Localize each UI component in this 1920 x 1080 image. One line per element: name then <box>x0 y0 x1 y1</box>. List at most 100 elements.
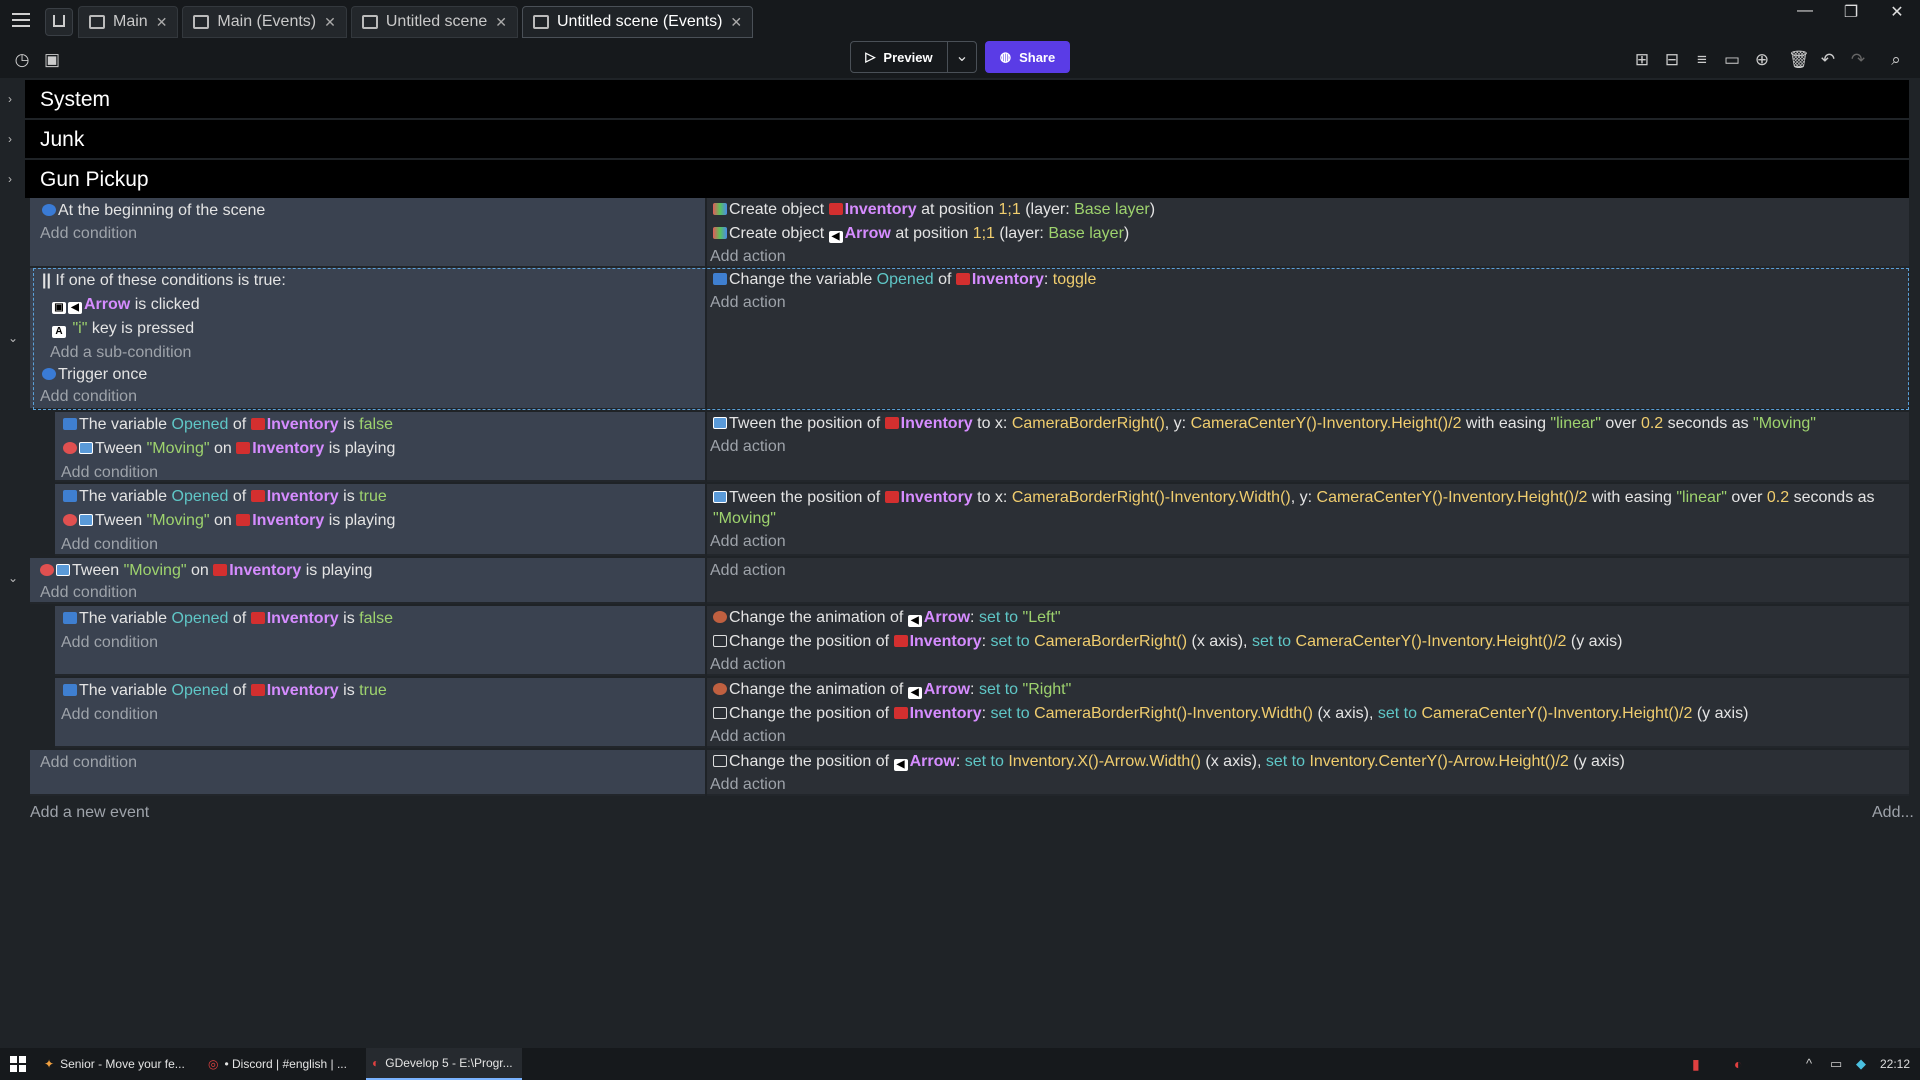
tab-untitled-scene-events[interactable]: Untitled scene (Events) ✕ <box>521 6 754 38</box>
add-event-icon[interactable]: ⊞ <box>1632 50 1652 70</box>
inventory-icon <box>236 442 251 454</box>
add-new-event-link[interactable]: Add a new event <box>30 804 149 822</box>
taskbar-item[interactable]: ◐ GDevelop 5 - E:\Progr... <box>366 1048 522 1080</box>
title-bar: Main ✕ Main (Events) ✕ Untitled scene ✕ Unt… <box>0 0 1920 42</box>
event-6-actions[interactable]: Change the animation of ◀ Arrow: set to "… <box>707 606 1909 676</box>
condition[interactable]: The variable Opened of Inventory is fals… <box>63 610 393 628</box>
add-more-icon[interactable]: ⊕ <box>1752 50 1772 70</box>
event-3-conditions[interactable]: The variable Opened of Inventory is fals… <box>55 412 705 482</box>
action[interactable]: Create object Inventory at position 1;1 … <box>713 201 1155 219</box>
add-action-link[interactable]: Add action <box>710 438 786 456</box>
add-subevent-icon[interactable]: ⊟ <box>1662 50 1682 70</box>
tab-main[interactable]: Main ✕ <box>78 6 179 38</box>
add-comment-icon[interactable]: ▭ <box>1722 50 1742 70</box>
close-icon[interactable]: ✕ <box>324 14 336 31</box>
event-4-actions[interactable]: Tween the position of Inventory to x: Ca… <box>707 484 1909 556</box>
preview-options-button[interactable]: ⌄ <box>947 41 977 73</box>
action[interactable]: Change the position of Inventory: set to… <box>713 633 1622 651</box>
event-5-actions[interactable]: Add action <box>707 558 1909 604</box>
history-icon[interactable]: ◷ <box>12 50 32 70</box>
action[interactable]: Tween the position of Inventory to x: Ca… <box>713 487 1903 529</box>
condition[interactable]: Tween "Moving" on Inventory is playing <box>63 440 395 458</box>
chevron-up-icon[interactable]: ^ <box>1806 1056 1812 1071</box>
add-action-link[interactable]: Add action <box>710 776 786 794</box>
tab-main-events[interactable]: Main (Events) ✕ <box>182 6 347 38</box>
chevron-down-icon[interactable]: ⌄ <box>8 571 18 585</box>
group-gun-pickup[interactable]: Gun Pickup <box>25 160 1909 198</box>
chevron-right-icon[interactable]: › <box>8 172 12 186</box>
action[interactable]: Change the animation of ◀ Arrow: set to "… <box>713 681 1071 699</box>
restore-icon[interactable]: ❐ <box>1836 2 1866 22</box>
undo-icon[interactable]: ↶ <box>1818 50 1838 70</box>
add-group-icon[interactable]: ≡ <box>1692 50 1712 70</box>
add-more-link[interactable]: Add... <box>1872 804 1914 822</box>
preview-button[interactable]: ▷ Preview <box>850 41 948 73</box>
inventory-icon <box>213 564 228 576</box>
taskbar-item[interactable]: ✦ Senior - Move your fe... <box>38 1048 198 1080</box>
group-junk[interactable]: Junk <box>25 120 1909 158</box>
condition[interactable]: The variable Opened of Inventory is fals… <box>63 416 393 434</box>
chevron-right-icon[interactable]: › <box>8 132 12 146</box>
minimize-icon[interactable]: — <box>1790 2 1820 22</box>
chevron-right-icon[interactable]: › <box>8 92 12 106</box>
tray-gdevelop-icon[interactable]: ◐ <box>1734 1056 1742 1072</box>
add-action-link[interactable]: Add action <box>710 656 786 674</box>
close-icon[interactable]: ✕ <box>495 14 507 31</box>
save-icon[interactable]: ▣ <box>42 50 62 70</box>
add-condition-link[interactable]: Add condition <box>61 464 158 482</box>
clock[interactable]: 22:12 <box>1880 1057 1910 1071</box>
condition[interactable]: At the beginning of the scene <box>42 202 265 220</box>
condition[interactable]: Tween "Moving" on Inventory is playing <box>40 562 372 580</box>
tray-app-icon[interactable]: ▮ <box>1692 1056 1700 1073</box>
delete-icon[interactable]: 🗑 <box>1788 50 1810 70</box>
action[interactable]: Change the position of ◀ Arrow: set to In… <box>713 753 1625 771</box>
condition[interactable]: The variable Opened of Inventory is true <box>63 682 387 700</box>
event-8-conditions[interactable]: Add condition <box>30 750 705 796</box>
windows-start-icon[interactable] <box>10 1056 26 1072</box>
network-icon[interactable]: ◆ <box>1856 1056 1866 1072</box>
gamepad-icon[interactable]: ▭ <box>1830 1056 1842 1072</box>
arrow-object-icon: ◀ <box>907 615 922 627</box>
add-condition-link[interactable]: Add condition <box>61 706 158 724</box>
close-icon[interactable]: ✕ <box>156 14 168 31</box>
group-system[interactable]: System <box>25 80 1909 118</box>
create-object-icon <box>713 227 727 239</box>
action[interactable]: Change the animation of ◀ Arrow: set to "… <box>713 609 1061 627</box>
event-6-conditions[interactable]: The variable Opened of Inventory is fals… <box>55 606 705 676</box>
add-condition-link[interactable]: Add condition <box>40 225 137 243</box>
add-action-link[interactable]: Add action <box>710 562 786 580</box>
add-action-link[interactable]: Add action <box>710 248 786 266</box>
search-icon[interactable]: ⌕ <box>1886 50 1906 70</box>
event-5-conditions[interactable]: Tween "Moving" on Inventory is playing A… <box>30 558 705 604</box>
close-icon[interactable]: ✕ <box>730 14 742 31</box>
close-window-icon[interactable]: ✕ <box>1882 2 1912 22</box>
menu-icon[interactable] <box>10 9 32 31</box>
action[interactable]: Change the position of Inventory: set to… <box>713 705 1748 723</box>
event-7-actions[interactable]: Change the animation of ◀ Arrow: set to "… <box>707 678 1909 748</box>
condition[interactable]: The variable Opened of Inventory is true <box>63 488 387 506</box>
events-sheet: › System › Junk › Gun Pickup At the begi… <box>0 78 1920 1048</box>
redo-icon[interactable]: ↷ <box>1848 50 1868 70</box>
event-7-conditions[interactable]: The variable Opened of Inventory is true… <box>55 678 705 748</box>
add-condition-link[interactable]: Add condition <box>61 634 158 652</box>
add-action-link[interactable]: Add action <box>710 728 786 746</box>
event-3-actions[interactable]: Tween the position of Inventory to x: Ca… <box>707 412 1909 482</box>
chevron-down-icon[interactable]: ⌄ <box>8 331 18 345</box>
taskbar-item[interactable]: ◎ • Discord | #english | ... <box>202 1048 362 1080</box>
share-button[interactable]: ◍ Share <box>985 41 1070 73</box>
add-condition-link[interactable]: Add condition <box>61 536 158 554</box>
add-condition-link[interactable]: Add condition <box>40 754 137 772</box>
event-1-actions[interactable]: Create object Inventory at position 1;1 … <box>707 198 1909 268</box>
action[interactable]: Tween the position of Inventory to x: Ca… <box>713 415 1816 433</box>
condition[interactable]: Tween "Moving" on Inventory is playing <box>63 512 395 530</box>
scene-icon <box>89 15 105 29</box>
event-1-conditions[interactable]: At the beginning of the scene Add condit… <box>30 198 705 268</box>
event-8-actions[interactable]: Change the position of ◀ Arrow: set to In… <box>707 750 1909 796</box>
add-condition-link[interactable]: Add condition <box>40 584 137 602</box>
add-action-link[interactable]: Add action <box>710 533 786 551</box>
home-tab[interactable] <box>45 8 73 36</box>
tween-behavior-icon <box>713 417 727 429</box>
action[interactable]: Create object ◀ Arrow at position 1;1 (la… <box>713 225 1129 243</box>
tab-untitled-scene[interactable]: Untitled scene ✕ <box>350 6 518 38</box>
event-4-conditions[interactable]: The variable Opened of Inventory is true… <box>55 484 705 556</box>
